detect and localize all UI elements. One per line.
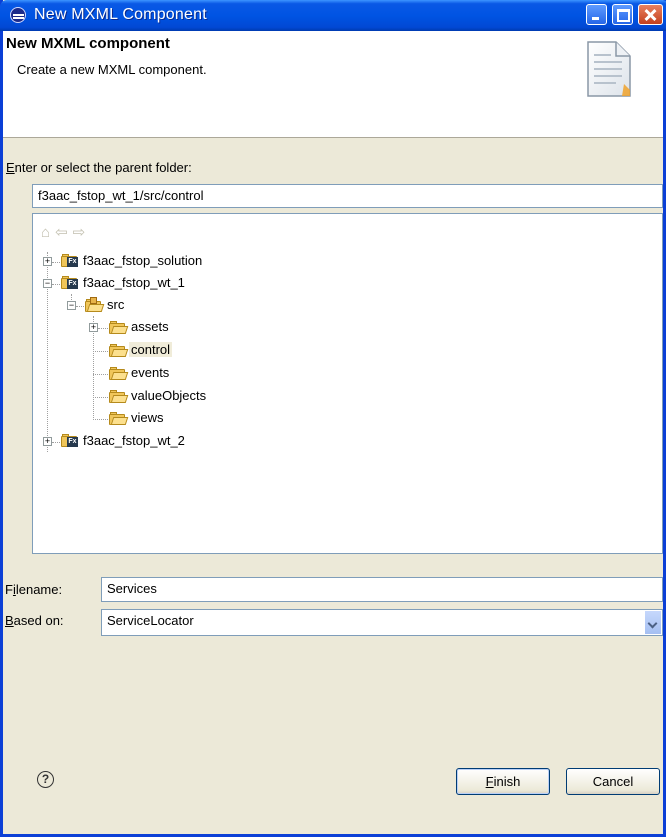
window-title: New MXML Component [34, 6, 207, 23]
help-icon[interactable]: ? [37, 771, 54, 788]
expand-icon[interactable]: + [43, 257, 52, 266]
maximize-button[interactable] [612, 4, 633, 25]
home-icon[interactable]: ⌂ [41, 224, 55, 241]
banner-title: New MXML component [6, 35, 170, 52]
cancel-button[interactable]: Cancel [566, 768, 660, 795]
minimize-button[interactable] [586, 4, 607, 25]
flex-project-icon: Fx [61, 276, 79, 289]
title-bar[interactable]: New MXML Component [0, 0, 666, 31]
based-on-label: Based on: [5, 613, 64, 628]
folder-icon [109, 321, 129, 334]
chevron-down-icon[interactable] [644, 611, 661, 634]
filename-input[interactable]: Services [101, 577, 663, 602]
eclipse-icon [10, 7, 26, 23]
source-folder-icon [85, 297, 105, 312]
expand-icon[interactable]: + [89, 323, 98, 332]
based-on-value: ServiceLocator [107, 613, 194, 628]
folder-tree[interactable]: ⌂⇦⇨ + Fx f3aac_fstop_solution − Fx f3aac… [32, 213, 663, 554]
based-on-select[interactable]: ServiceLocator [101, 609, 663, 636]
flex-project-icon: Fx [61, 434, 79, 447]
parent-folder-input[interactable]: f3aac_fstop_wt_1/src/control [32, 184, 663, 208]
flex-project-icon: Fx [61, 254, 79, 267]
finish-button[interactable]: Finish [456, 768, 550, 795]
collapse-icon[interactable]: − [67, 301, 76, 310]
collapse-icon[interactable]: − [43, 279, 52, 288]
banner-description: Create a new MXML component. [17, 62, 207, 77]
folder-icon [109, 344, 129, 357]
forward-arrow-icon[interactable]: ⇨ [73, 224, 91, 241]
folder-icon [109, 367, 129, 380]
dialog-window: New MXML Component New MXML component Cr… [0, 0, 666, 837]
expand-icon[interactable]: + [43, 437, 52, 446]
folder-icon [109, 390, 129, 403]
document-icon [587, 41, 631, 97]
parent-folder-label: Enter or select the parent folder: [6, 160, 192, 175]
back-arrow-icon[interactable]: ⇦ [55, 224, 73, 241]
folder-icon [109, 412, 129, 425]
close-button[interactable] [638, 4, 663, 25]
filename-label: Filename: [5, 582, 63, 597]
